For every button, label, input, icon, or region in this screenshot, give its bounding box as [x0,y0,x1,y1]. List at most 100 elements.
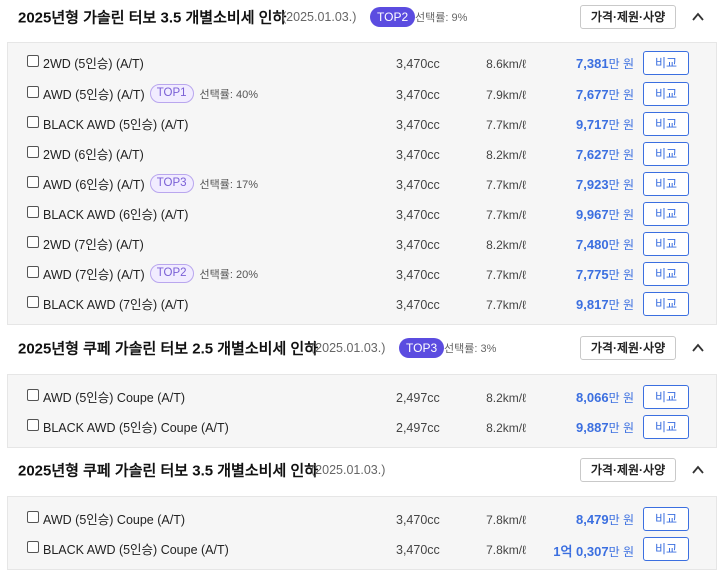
price-value: 9,817 [576,297,609,312]
checkbox-icon[interactable] [27,236,39,248]
price-unit: 만 원 [608,238,634,252]
section-header: 2025년형 가솔린 터보 3.5 개별소비세 인하 (2025.01.03.)… [0,0,728,38]
checkbox-icon[interactable] [27,55,39,67]
price-unit: 만 원 [608,118,634,132]
price: 8,066만 원 [576,389,634,406]
displacement: 3,470cc [396,208,440,222]
price-value: 1억 0,307 [553,544,609,559]
price: 7,480만 원 [576,236,634,253]
price: 7,627만 원 [576,146,634,163]
trim-row: AWD (5인승) (A/T) TOP1 선택률: 40% 3,470cc 7.9k… [8,79,718,109]
trim-name: BLACK AWD (5인승) Coupe (A/T) [43,421,229,435]
trim-row: 2WD (7인승) (A/T) 3,470cc 8.2km/ℓ 7,480만 원… [8,229,718,259]
price-value: 9,967 [576,207,609,222]
checkbox-icon[interactable] [27,176,39,188]
trim-name: AWD (5인승) Coupe (A/T) [43,513,186,527]
trim-row: 2WD (5인승) (A/T) 3,470cc 8.6km/ℓ 7,381만 원… [8,48,718,78]
price-value: 7,627 [576,147,609,162]
fuel-efficiency: 8.2km/ℓ [486,238,526,252]
checkbox-icon[interactable] [27,266,39,278]
chevron-up-icon[interactable] [689,8,707,26]
fuel-efficiency: 8.2km/ℓ [486,421,526,435]
top-rank-badge: TOP2 [149,264,194,283]
checkbox-icon[interactable] [27,206,39,218]
trim-name: BLACK AWD (7인승) (A/T) [43,298,189,312]
compare-button[interactable]: 비교 [643,537,689,561]
trim-name-group: BLACK AWD (5인승) (A/T) [43,114,188,133]
chevron-up-icon[interactable] [689,461,707,479]
selection-rate: 선택률: 40% [199,88,259,101]
trim-name-group: AWD (5인승) Coupe (A/T) [43,387,185,406]
selection-rate: 선택률: 3% [444,343,497,355]
section-header: 2025년형 쿠페 가솔린 터보 3.5 개별소비세 인하 (2025.01.0… [0,449,728,491]
trim-row: BLACK AWD (5인승) Coupe (A/T) 2,497cc 8.2k… [8,412,718,442]
fuel-efficiency: 7.9km/ℓ [486,88,526,102]
displacement: 3,470cc [396,298,440,312]
section-title: 2025년형 가솔린 터보 3.5 개별소비세 인하 [18,9,287,27]
compare-button[interactable]: 비교 [643,51,689,75]
compare-button[interactable]: 비교 [643,507,689,531]
price: 7,923만 원 [576,176,634,193]
trim-name-group: AWD (7인승) (A/T) TOP2 선택률: 20% [43,264,258,283]
compare-button[interactable]: 비교 [643,415,689,439]
checkbox-icon[interactable] [27,389,39,401]
trim-name-group: BLACK AWD (5인승) Coupe (A/T) [43,417,229,436]
compare-button[interactable]: 비교 [643,142,689,166]
trim-row: BLACK AWD (7인승) (A/T) 3,470cc 7.7km/ℓ 9,… [8,289,718,319]
trim-row: BLACK AWD (6인승) (A/T) 3,470cc 7.7km/ℓ 9,… [8,199,718,229]
checkbox-icon[interactable] [27,116,39,128]
fuel-efficiency: 7.7km/ℓ [486,298,526,312]
fuel-efficiency: 7.7km/ℓ [486,208,526,222]
trim-name: BLACK AWD (5인승) (A/T) [43,118,189,132]
checkbox-icon[interactable] [27,419,39,431]
trim-list: AWD (5인승) Coupe (A/T) 2,497cc 8.2km/ℓ 8,… [7,374,717,448]
compare-button[interactable]: 비교 [643,202,689,226]
selection-rate: 선택률: 20% [199,268,259,281]
trim-name: 2WD (7인승) (A/T) [43,238,144,252]
trim-list: 2WD (5인승) (A/T) 3,470cc 8.6km/ℓ 7,381만 원… [7,42,717,325]
displacement: 3,470cc [396,268,440,282]
price-unit: 만 원 [608,545,634,559]
section-header: 2025년형 쿠페 가솔린 터보 2.5 개별소비세 인하 (2025.01.0… [0,327,728,369]
price-value: 7,677 [576,87,609,102]
compare-button[interactable]: 비교 [643,112,689,136]
checkbox-icon[interactable] [27,511,39,523]
displacement: 3,470cc [396,57,440,71]
checkbox-icon[interactable] [27,296,39,308]
price: 8,479만 원 [576,511,634,528]
price-spec-button[interactable]: 가격·제원·사양 [580,458,676,482]
compare-button[interactable]: 비교 [643,262,689,286]
price: 7,381만 원 [576,55,634,72]
price-value: 8,066 [576,390,609,405]
price-unit: 만 원 [608,178,634,192]
fuel-efficiency: 7.8km/ℓ [486,513,526,527]
trim-name: AWD (7인승) (A/T) [43,268,145,282]
compare-button[interactable]: 비교 [643,232,689,256]
price-unit: 만 원 [608,57,634,71]
checkbox-icon[interactable] [27,86,39,98]
compare-button[interactable]: 비교 [643,385,689,409]
chevron-up-icon[interactable] [689,339,707,357]
fuel-efficiency: 8.6km/ℓ [486,57,526,71]
section-title: 2025년형 쿠페 가솔린 터보 2.5 개별소비세 인하 [18,340,319,358]
trim-name-group: AWD (5인승) Coupe (A/T) [43,509,185,528]
price: 9,717만 원 [576,116,634,133]
trim-name: BLACK AWD (6인승) (A/T) [43,208,189,222]
price-spec-button[interactable]: 가격·제원·사양 [580,336,676,360]
trim-row: AWD (5인승) Coupe (A/T) 2,497cc 8.2km/ℓ 8,… [8,382,718,412]
price-value: 7,480 [576,237,609,252]
checkbox-icon[interactable] [27,146,39,158]
trim-row: AWD (6인승) (A/T) TOP3 선택률: 17% 3,470cc 7.7k… [8,169,718,199]
compare-button[interactable]: 비교 [643,82,689,106]
checkbox-icon[interactable] [27,541,39,553]
price-value: 9,887 [576,420,609,435]
price: 9,817만 원 [576,296,634,313]
trim-row: BLACK AWD (5인승) Coupe (A/T) 3,470cc 7.8k… [8,534,718,564]
top-rank-badge: TOP2 [370,7,416,27]
compare-button[interactable]: 비교 [643,172,689,196]
compare-button[interactable]: 비교 [643,292,689,316]
price-spec-button[interactable]: 가격·제원·사양 [580,5,676,29]
trim-name: BLACK AWD (5인승) Coupe (A/T) [43,543,229,557]
trim-name: AWD (5인승) (A/T) [43,88,145,102]
trim-name-group: 2WD (7인승) (A/T) [43,234,144,253]
